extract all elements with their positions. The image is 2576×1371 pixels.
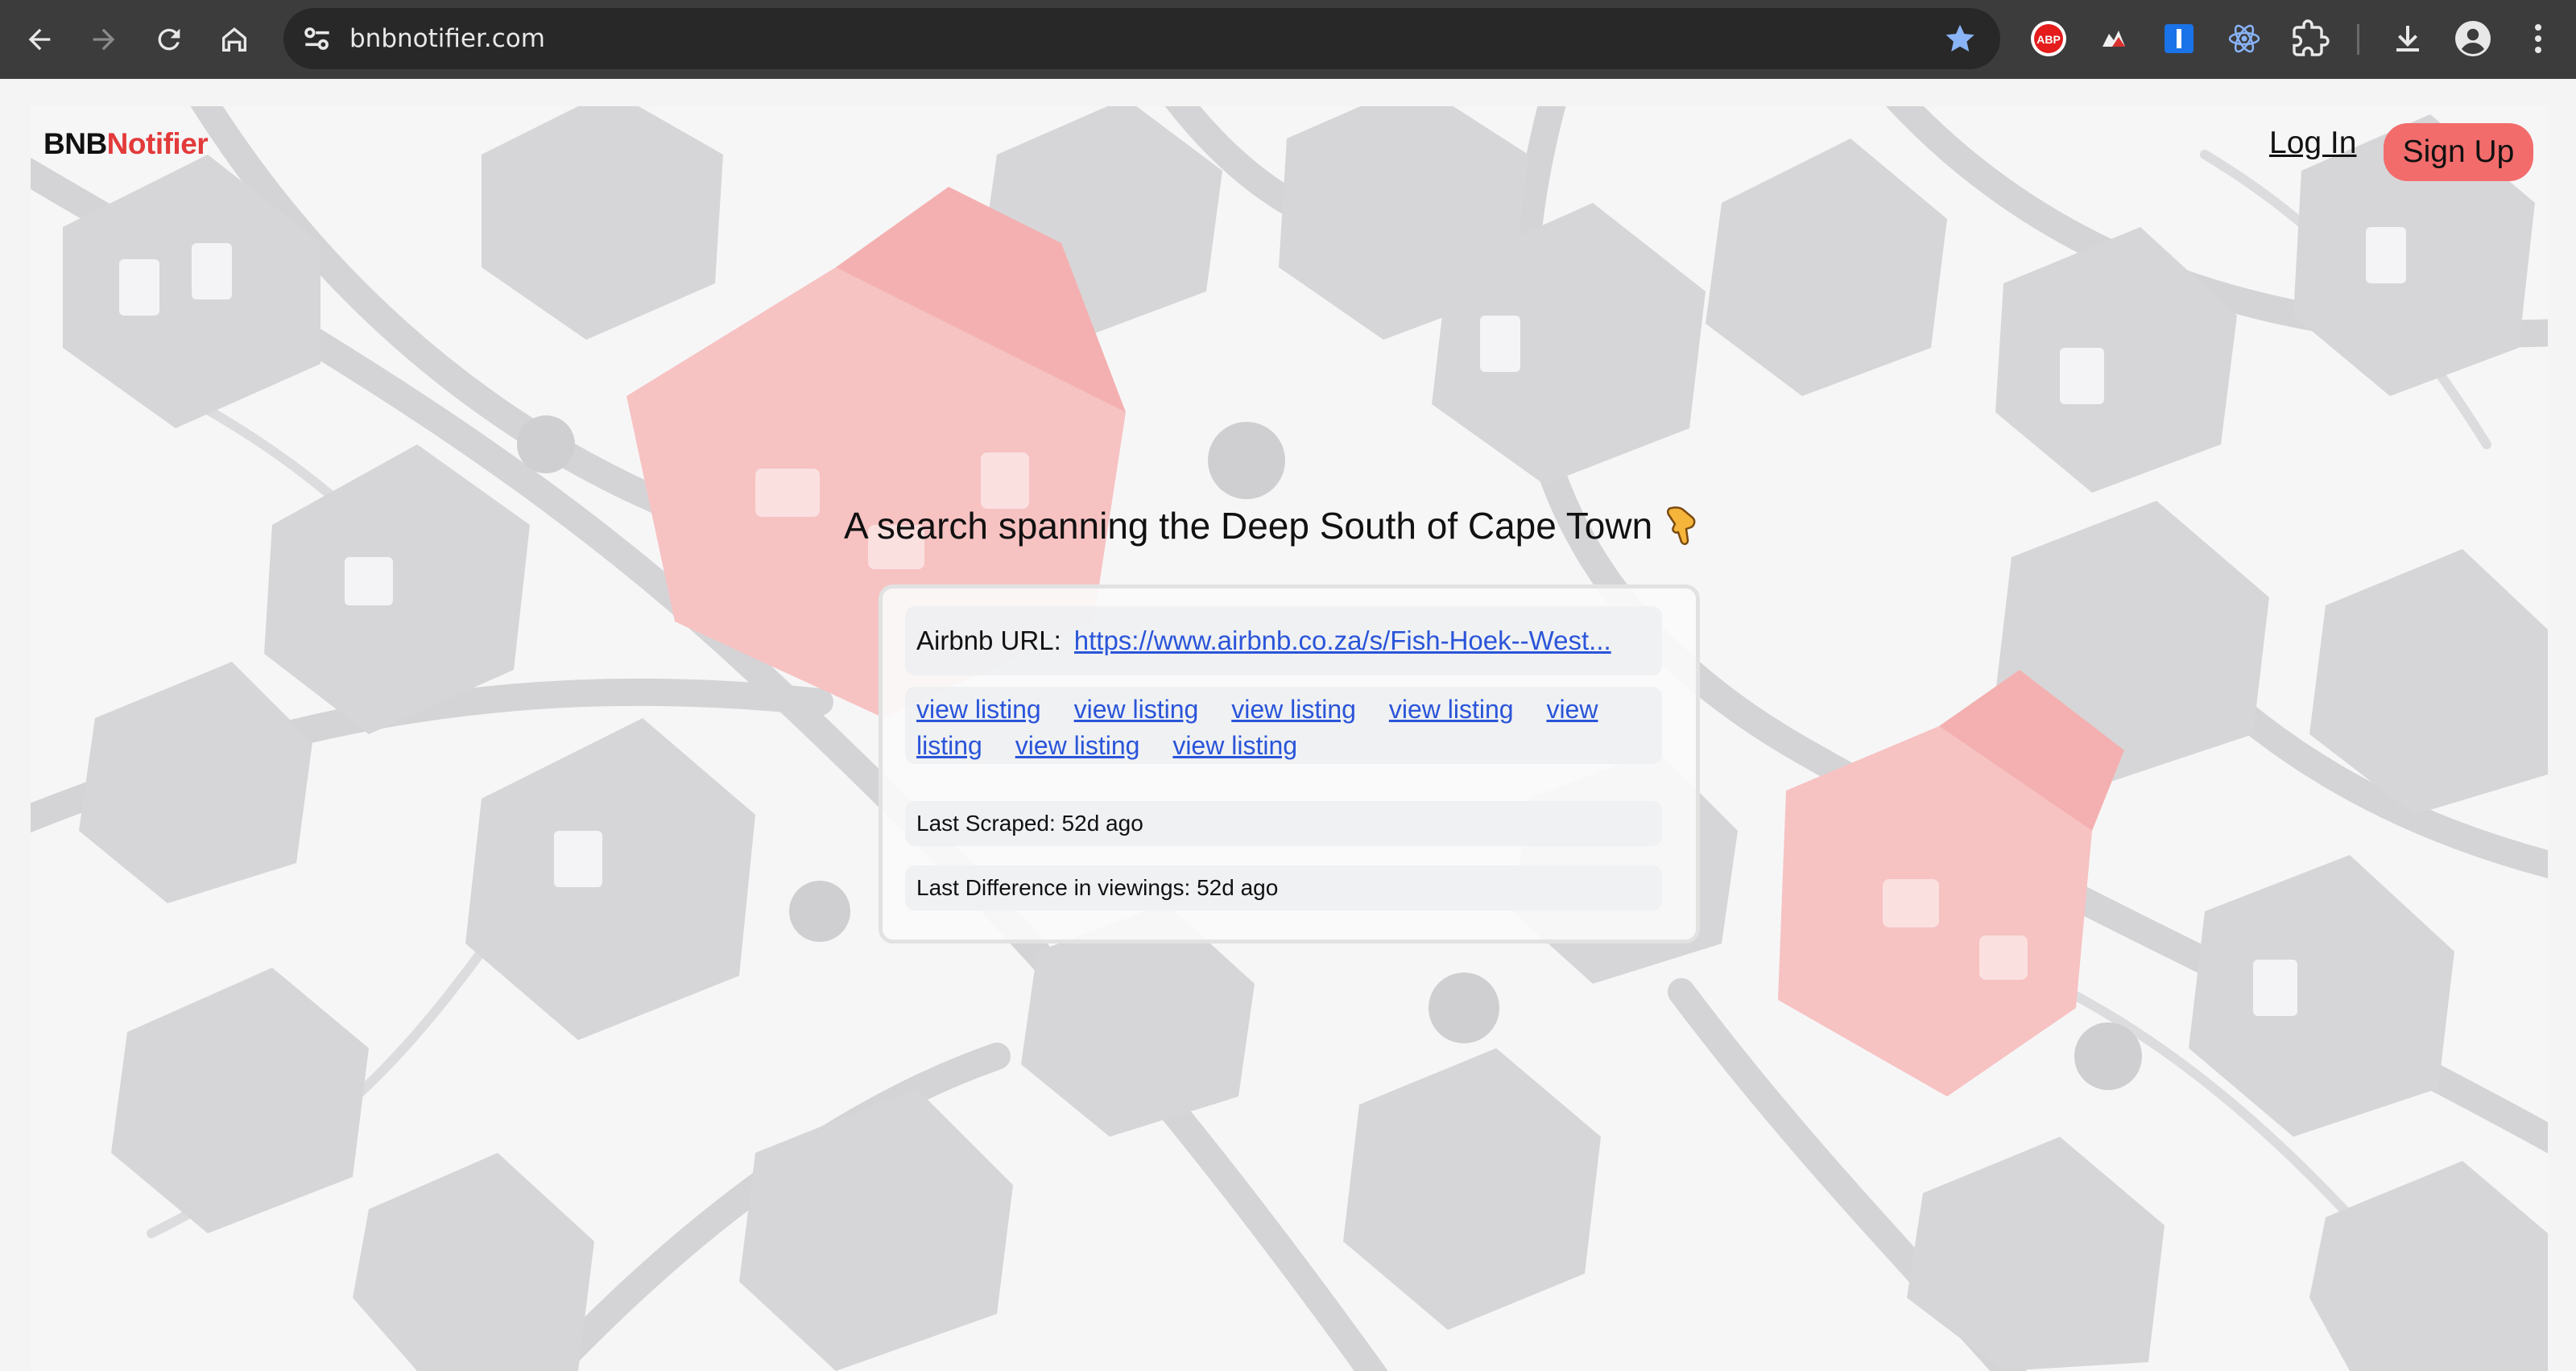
last-scraped-row: Last Scraped: 52d ago [905, 801, 1662, 846]
url-text[interactable]: bnbnotifier.com [349, 8, 545, 69]
headline-text: A search spanning the Deep South of Cape… [844, 505, 1653, 547]
reload-icon[interactable] [148, 19, 190, 60]
extension-icon[interactable] [2091, 16, 2136, 61]
brand-logo-part1: BNB [43, 127, 107, 160]
web-page: BNBNotifier Log In Sign Up A search span… [0, 79, 2576, 1371]
adblock-icon[interactable]: ABP [2026, 16, 2071, 61]
airbnb-url-label: Airbnb URL: [916, 626, 1061, 655]
airbnb-url-row: Airbnb URL: https://www.airbnb.co.za/s/F… [905, 606, 1662, 675]
brand-logo[interactable]: BNBNotifier [43, 127, 209, 161]
view-listing-link[interactable]: view listing [1015, 731, 1140, 760]
extension-icon[interactable] [2156, 16, 2202, 61]
bookmark-star-icon[interactable] [1942, 21, 1978, 56]
browser-toolbar: bnbnotifier.com ABP [0, 0, 2576, 79]
view-listing-link[interactable]: view listing [1074, 695, 1199, 724]
toolbar-divider [2357, 24, 2359, 55]
view-listing-link[interactable]: view listing [1389, 695, 1514, 724]
listing-links-row: view listing view listing view listing v… [905, 687, 1662, 764]
last-difference-row: Last Difference in viewings: 52d ago [905, 865, 1662, 911]
search-card: Airbnb URL: https://www.airbnb.co.za/s/F… [879, 584, 1700, 944]
menu-icon[interactable] [2516, 16, 2561, 61]
login-link[interactable]: Log In [2269, 126, 2356, 161]
page-headline: A search spanning the Deep South of Cape… [844, 504, 1699, 547]
forward-icon[interactable] [83, 19, 125, 60]
address-bar[interactable]: bnbnotifier.com [283, 8, 2000, 69]
download-icon[interactable] [2385, 16, 2430, 61]
signup-button[interactable]: Sign Up [2384, 123, 2533, 181]
brand-logo-part2: Notifier [106, 127, 209, 160]
back-icon[interactable] [19, 19, 60, 60]
home-icon[interactable] [213, 19, 255, 60]
site-info-icon[interactable] [300, 21, 335, 56]
profile-icon[interactable] [2450, 16, 2495, 61]
react-devtools-icon[interactable] [2222, 16, 2267, 61]
extensions-puzzle-icon[interactable] [2288, 16, 2333, 61]
adblock-label: ABP [2036, 33, 2061, 46]
pointing-down-hand-icon [1667, 506, 1696, 545]
view-listing-link[interactable]: view listing [1231, 695, 1356, 724]
view-listing-link[interactable]: view listing [1172, 731, 1297, 760]
airbnb-url-link[interactable]: https://www.airbnb.co.za/s/Fish-Hoek--We… [1074, 626, 1611, 656]
view-listing-link[interactable]: view listing [916, 695, 1041, 724]
